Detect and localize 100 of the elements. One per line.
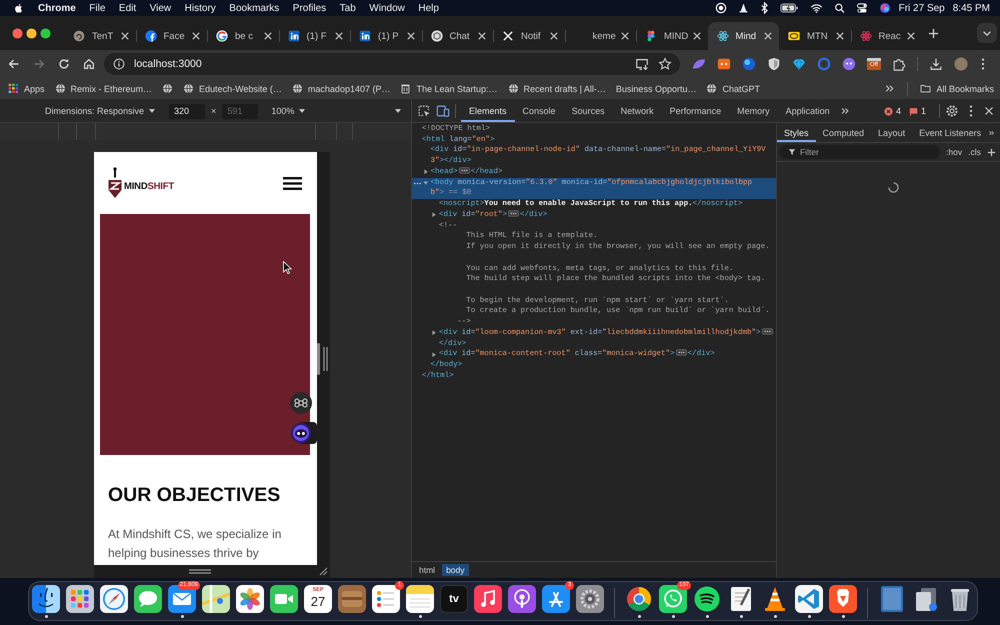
menu-item[interactable]: File [89,2,106,14]
class-button[interactable]: .cls [968,147,981,157]
app-grid-icon[interactable] [66,585,94,613]
round-face-icon[interactable] [842,57,856,71]
dimensions-dropdown[interactable]: Dimensions: Responsive [45,106,156,116]
envelope-icon[interactable] [168,585,196,613]
browser-tab[interactable]: MIND [636,22,708,50]
menu-item[interactable]: Chrome [38,2,76,14]
close-icon[interactable] [192,32,200,40]
browser-tab[interactable]: (1) P [350,22,422,50]
bookmark[interactable]: ChatGPT [706,83,760,94]
tab-search-button[interactable] [977,23,997,43]
scrollbar-thumb[interactable] [317,342,320,374]
sphere-icon[interactable] [742,57,756,71]
avatar[interactable] [954,57,968,71]
breadcrumb[interactable]: html [415,564,440,576]
settings-icon[interactable] [945,104,959,118]
smiling-face-icon[interactable] [32,585,60,613]
close-icon[interactable] [120,32,128,40]
puzzle-icon[interactable] [892,57,906,71]
close-icon[interactable] [406,32,414,40]
hover-state-button[interactable]: :hov [946,147,962,157]
browser-tab[interactable]: MTN [779,22,850,50]
ring-icon[interactable] [817,57,831,71]
filter-field[interactable]: Filter [779,145,940,159]
leaf-icon[interactable] [692,57,706,71]
close-icon[interactable] [478,32,486,40]
bookmark[interactable]: Remix - Ethereum… [54,83,152,94]
back-icon[interactable] [7,57,21,71]
browser-tab[interactable]: Mind [708,22,779,50]
menu-item[interactable]: History [184,2,216,14]
collapsed-content-icon[interactable] [508,210,519,217]
store-icon[interactable] [542,585,570,613]
download-icon[interactable] [929,57,943,71]
window-minimize-icon[interactable] [26,28,37,38]
close-icon[interactable] [550,32,558,40]
sidebar-tab[interactable]: Layout [871,123,912,142]
browser-tab[interactable]: Chat [422,22,493,50]
tv-app-icon[interactable]: tv [440,585,468,613]
bookmark[interactable]: The Lean Startup:… [400,83,498,94]
plus-icon[interactable] [928,28,939,38]
bookmark[interactable]: Recent drafts | All-… [508,83,606,94]
breadcrumb[interactable]: body [442,564,468,576]
devtools-tab[interactable]: Memory [729,100,778,122]
forward-icon[interactable] [32,57,46,71]
gear-icon[interactable] [576,585,604,613]
map-icon[interactable] [202,585,230,613]
devtools-tab[interactable]: Network [612,100,662,122]
battery-icon[interactable] [780,2,799,14]
disclosure-triangle-icon[interactable] [422,180,428,186]
bookmark-folder[interactable]: All Bookmarks [920,83,994,94]
code-editor-icon[interactable] [795,585,823,613]
sidebar-tab[interactable]: Computed [816,123,872,142]
browser-tab[interactable]: Notif [493,22,564,50]
photo-placeholder[interactable] [878,585,906,613]
browser-tab[interactable]: be c [207,22,278,50]
corner-resize-icon[interactable] [319,567,328,576]
bookmark[interactable]: Business Opportu… [616,84,696,94]
speech-bubble-icon[interactable] [134,585,162,613]
music-note-icon[interactable] [474,585,502,613]
plus-icon[interactable] [987,148,996,156]
sound-waves-icon[interactable] [693,585,721,613]
bookmark[interactable]: machadop1407 (P… [292,83,390,94]
error-icon[interactable] [884,106,893,116]
issue-count[interactable]: 1 [920,106,926,116]
robot-face-icon[interactable] [290,422,317,444]
menu-icon[interactable] [283,176,302,190]
date-text[interactable]: Fri 27 Sep [898,2,945,14]
devtools-tab[interactable]: Performance [662,100,730,122]
width-field[interactable]: 320 [169,104,206,118]
menu-item[interactable]: Help [418,2,439,14]
traffic-cone-icon[interactable] [738,2,749,14]
devtools-tab[interactable]: Elements [461,100,515,122]
chevrons-icon[interactable] [840,106,850,116]
disclosure-triangle-icon[interactable] [422,169,428,175]
time-text[interactable]: 8:45 PM [952,2,990,14]
window-zoom-icon[interactable] [40,28,51,38]
close-icon[interactable] [335,32,343,40]
menu-item[interactable]: Window [369,2,405,14]
sidebar-tab[interactable]: Event Listeners [912,123,988,142]
wifi-icon[interactable] [810,2,823,14]
resize-grip-icon[interactable] [323,346,328,370]
issue-flag-icon[interactable] [908,106,918,116]
device-toolbar-icon[interactable] [436,104,450,118]
browser-icon[interactable] [625,585,653,613]
command-key-icon[interactable] [290,392,312,414]
logo-wordmark[interactable]: MINDSHIFT [124,181,174,192]
compass-icon[interactable] [100,585,128,613]
menu-icon[interactable] [981,57,985,71]
face-tile-icon[interactable] [717,57,731,71]
collapsed-content-icon[interactable] [458,166,470,174]
home-icon[interactable] [82,57,96,71]
collapsed-content-icon[interactable] [676,349,687,356]
error-count[interactable]: 4 [896,106,901,116]
record-icon[interactable] [714,2,727,14]
bookmark[interactable]: Edutech-Website (… [183,83,282,94]
bluetooth-icon[interactable] [760,2,769,14]
caret-icon[interactable] [395,109,401,113]
podcast-icon[interactable] [508,585,536,613]
zoom-dropdown[interactable]: 100% [271,106,306,116]
